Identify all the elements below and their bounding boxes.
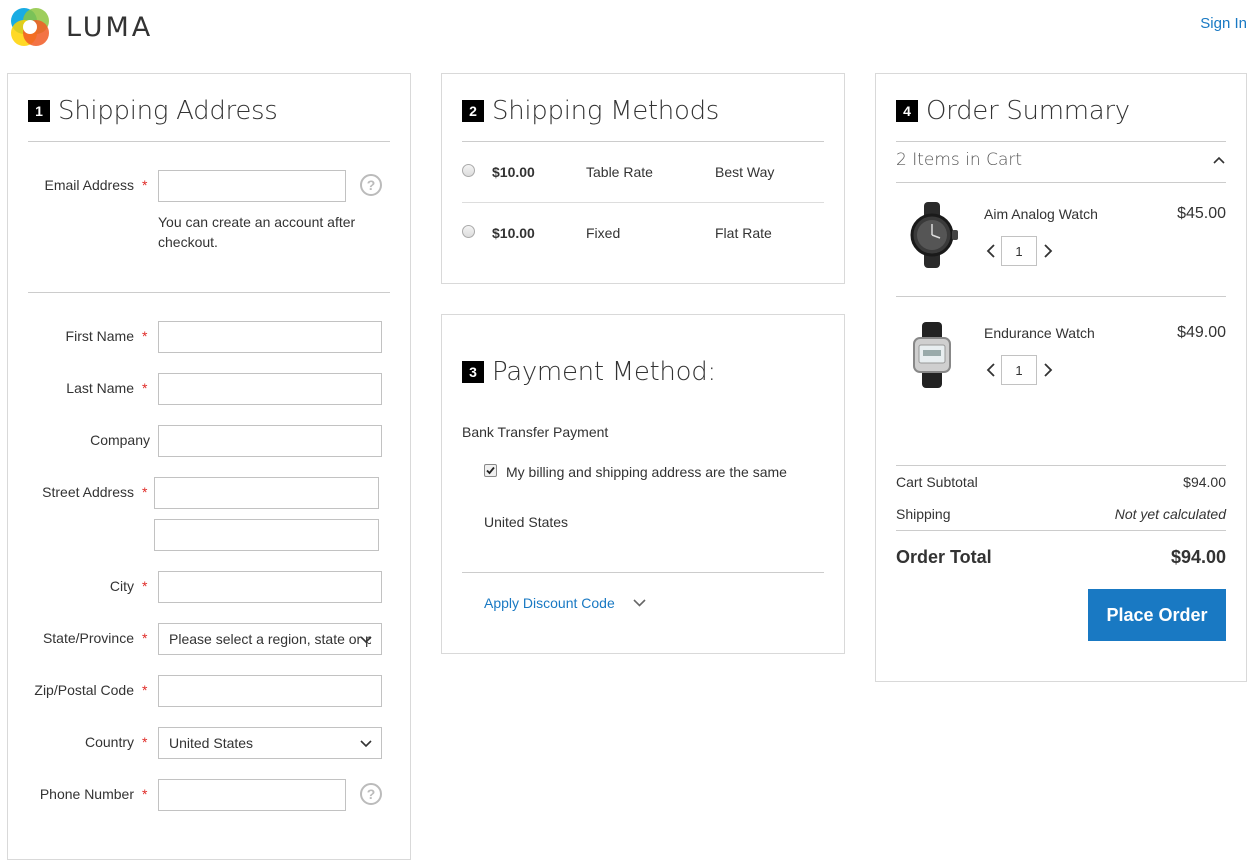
- shipping-method-name: Fixed: [586, 225, 621, 241]
- section-title: Order Summary: [926, 96, 1130, 126]
- luma-logo-icon: [11, 8, 49, 46]
- shipping-method-radio[interactable]: [462, 225, 475, 238]
- cart-item-qty[interactable]: 1: [1001, 355, 1037, 385]
- step-number: 3: [462, 361, 484, 383]
- country-label: Country: [84, 734, 134, 750]
- last-name-field[interactable]: [158, 373, 382, 405]
- zip-label: Zip/Postal Code: [34, 682, 134, 698]
- shipping-method-name: Table Rate: [586, 164, 653, 180]
- order-summary-heading: 4 Order Summary: [896, 96, 1130, 126]
- step-number: 2: [462, 100, 484, 122]
- required-marker: *: [142, 786, 148, 802]
- cart-subtotal-label: Cart Subtotal: [896, 474, 978, 490]
- email-help-icon[interactable]: ?: [360, 174, 382, 196]
- chevron-down-icon[interactable]: [632, 597, 647, 609]
- city-field[interactable]: [158, 571, 382, 603]
- billing-country: United States: [484, 514, 569, 530]
- required-marker: *: [142, 682, 148, 698]
- section-title: Payment Method:: [492, 357, 716, 387]
- items-in-cart-toggle[interactable]: 2 Items in Cart: [896, 150, 1022, 170]
- state-province-label: State/Province: [42, 630, 134, 646]
- cart-item-name: Aim Analog Watch: [984, 206, 1098, 222]
- shipping-address-heading: 1 Shipping Address: [28, 96, 278, 126]
- state-province-value: Please select a region, state or provinc…: [169, 631, 371, 647]
- payment-method-name: Bank Transfer Payment: [462, 424, 609, 440]
- increase-qty-icon[interactable]: [1042, 243, 1054, 259]
- shipping-method-radio[interactable]: [462, 164, 475, 177]
- company-field[interactable]: [158, 425, 382, 457]
- divider: [896, 182, 1226, 183]
- cart-subtotal-value: $94.00: [1183, 474, 1226, 490]
- decrease-qty-icon[interactable]: [985, 362, 997, 378]
- first-name-label: First Name: [65, 328, 134, 344]
- shipping-label: Shipping: [896, 506, 951, 522]
- payment-method-heading: 3 Payment Method:: [462, 357, 716, 387]
- endurance-watch-image: [913, 322, 951, 388]
- country-select[interactable]: United States: [158, 727, 382, 759]
- chevron-down-icon: [360, 740, 372, 748]
- divider: [462, 572, 824, 573]
- city-label: City: [109, 578, 134, 594]
- order-total-label: Order Total: [896, 547, 992, 567]
- same-address-checkbox[interactable]: [484, 464, 497, 477]
- divider: [462, 141, 824, 142]
- shipping-price: $10.00: [492, 225, 535, 241]
- cart-item-price: $45.00: [1177, 205, 1226, 222]
- checkmark-icon: [486, 466, 495, 475]
- email-field[interactable]: [158, 170, 346, 202]
- street-address-label: Street Address: [42, 484, 134, 500]
- divider: [462, 202, 824, 203]
- shipping-value: Not yet calculated: [1114, 506, 1226, 522]
- cart-item-name: Endurance Watch: [984, 325, 1095, 341]
- first-name-field[interactable]: [158, 321, 382, 353]
- place-order-button[interactable]: Place Order: [1088, 589, 1226, 641]
- cart-item-qty[interactable]: 1: [1001, 236, 1037, 266]
- divider: [896, 296, 1226, 297]
- last-name-label: Last Name: [66, 380, 134, 396]
- step-number: 4: [896, 100, 918, 122]
- required-marker: *: [142, 484, 148, 500]
- divider: [28, 292, 390, 293]
- street-address-line-1[interactable]: [154, 477, 379, 509]
- shipping-carrier: Flat Rate: [715, 225, 772, 241]
- divider: [28, 141, 390, 142]
- chevron-down-icon: [360, 636, 372, 644]
- section-title: Shipping Methods: [492, 96, 720, 126]
- luma-logo[interactable]: LUMA: [8, 5, 153, 49]
- state-province-select[interactable]: Please select a region, state or provinc…: [158, 623, 382, 655]
- country-value: United States: [169, 735, 254, 751]
- decrease-qty-icon[interactable]: [985, 243, 997, 259]
- street-address-line-2[interactable]: [154, 519, 379, 551]
- cart-item-price: $49.00: [1177, 324, 1226, 341]
- required-marker: *: [142, 328, 148, 344]
- brand-name: LUMA: [66, 11, 154, 43]
- section-title: Shipping Address: [58, 96, 278, 126]
- phone-field[interactable]: [158, 779, 346, 811]
- required-marker: *: [142, 177, 148, 193]
- shipping-methods-heading: 2 Shipping Methods: [462, 96, 719, 126]
- phone-label: Phone Number: [39, 786, 134, 802]
- shipping-carrier: Best Way: [715, 164, 775, 180]
- zip-field[interactable]: [158, 675, 382, 707]
- required-marker: *: [142, 578, 148, 594]
- same-address-label: My billing and shipping address are the …: [506, 464, 787, 480]
- order-total-value: $94.00: [1170, 547, 1226, 567]
- required-marker: *: [142, 380, 148, 396]
- email-note: You can create an account after checkout…: [158, 214, 356, 250]
- email-label: Email Address: [44, 177, 134, 193]
- increase-qty-icon[interactable]: [1042, 362, 1054, 378]
- divider: [896, 530, 1226, 531]
- chevron-up-icon[interactable]: [1212, 155, 1226, 165]
- shipping-price: $10.00: [492, 164, 535, 180]
- divider: [896, 141, 1226, 142]
- aim-analog-watch-image: [910, 202, 958, 268]
- step-number: 1: [28, 100, 50, 122]
- phone-help-icon[interactable]: ?: [360, 783, 382, 805]
- divider: [896, 465, 1226, 466]
- required-marker: *: [142, 630, 148, 646]
- company-label: Company: [90, 432, 150, 448]
- sign-in-link[interactable]: Sign In: [1200, 15, 1247, 32]
- required-marker: *: [142, 734, 148, 750]
- apply-discount-link[interactable]: Apply Discount Code: [484, 595, 615, 611]
